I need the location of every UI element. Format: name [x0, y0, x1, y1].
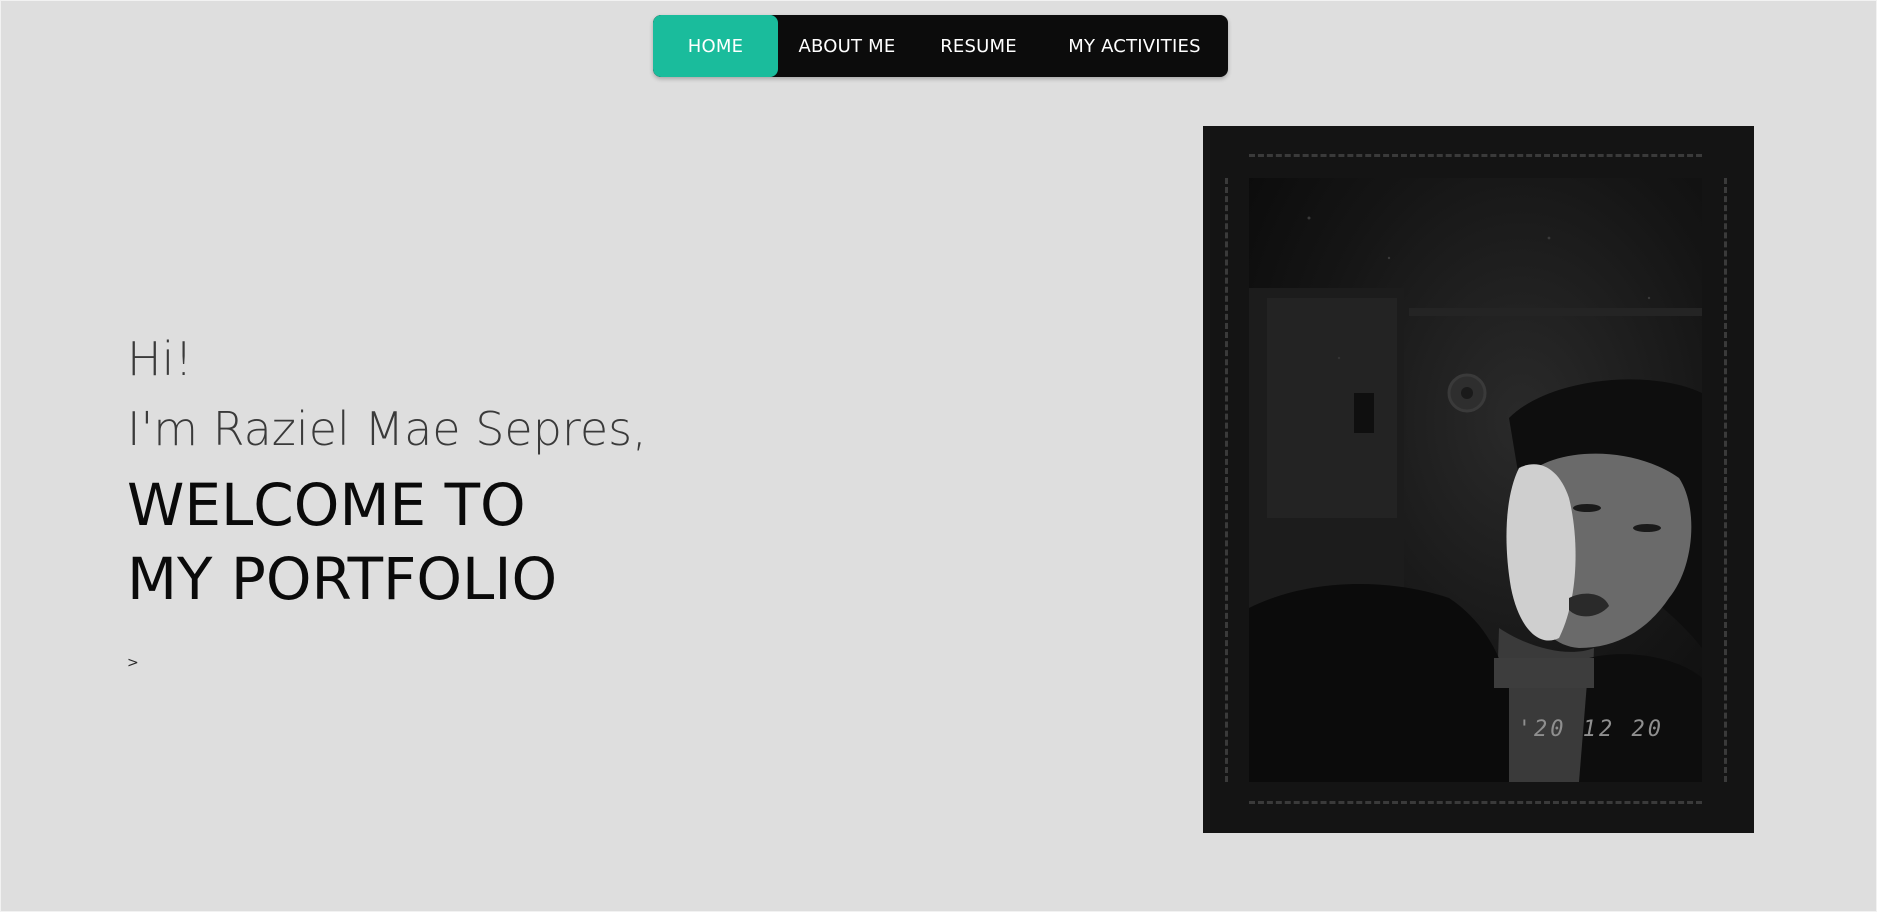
frame-dash-right	[1724, 178, 1727, 782]
main-navbar: HOME ABOUT ME RESUME MY ACTIVITIES	[653, 15, 1228, 77]
nav-my-activities[interactable]: MY ACTIVITIES	[1041, 15, 1228, 77]
portrait-illustration	[1249, 216, 1702, 782]
hero-section: Hi! I'm Raziel Mae Sepres, WELCOME TO MY…	[127, 327, 827, 615]
hero-greeting: Hi!	[127, 332, 193, 386]
page: HOME ABOUT ME RESUME MY ACTIVITIES Hi! I…	[0, 0, 1877, 912]
frame-dash-bottom	[1249, 801, 1702, 804]
frame-dash-left	[1225, 178, 1228, 782]
photo-frame: '20 12 20	[1203, 126, 1754, 833]
frame-dash-top	[1249, 154, 1702, 157]
portrait-photo: '20 12 20	[1249, 178, 1702, 782]
nav-resume[interactable]: RESUME	[916, 15, 1041, 77]
hero-welcome-line-1: WELCOME TO	[127, 471, 526, 539]
photo-date-stamp: '20 12 20	[1517, 717, 1664, 742]
nav-home[interactable]: HOME	[653, 15, 778, 77]
next-arrow[interactable]: >	[127, 655, 139, 671]
hero-intro: I'm Raziel Mae Sepres,	[127, 402, 647, 456]
hero-welcome-line-2: MY PORTFOLIO	[127, 545, 558, 613]
nav-about-me[interactable]: ABOUT ME	[778, 15, 916, 77]
